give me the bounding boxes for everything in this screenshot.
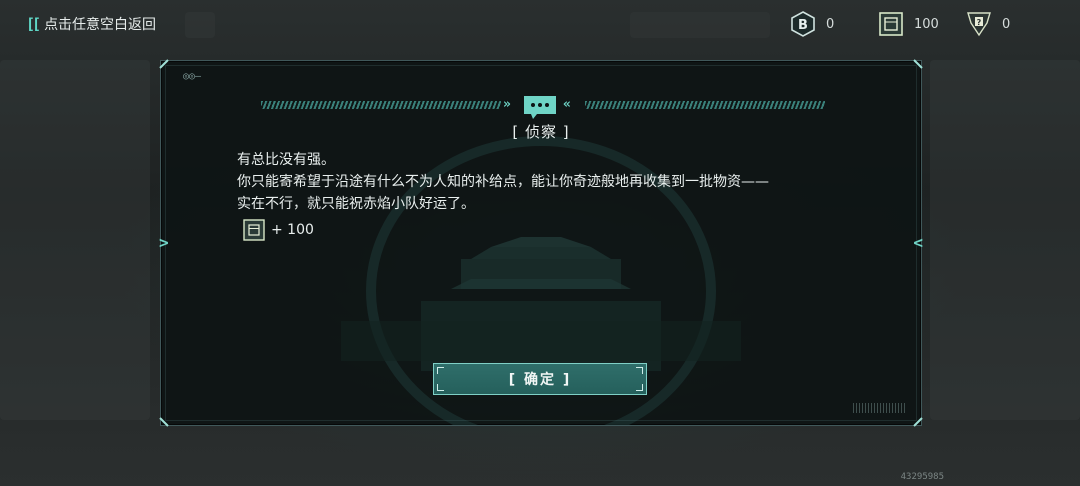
header-hatch-left (261, 101, 501, 109)
supply-crate-icon (879, 12, 903, 36)
resource-pass[interactable]: ? 0 (966, 10, 1010, 38)
corner-bl-icon (159, 417, 169, 427)
button-corner-tl (437, 367, 444, 374)
chat-bubble-icon (524, 96, 556, 119)
button-corner-tr (636, 367, 643, 374)
pass-card-icon: ? (967, 12, 991, 37)
supply-count: 100 (914, 16, 939, 32)
body-line: 有总比没有强。 (237, 152, 335, 168)
b-token-icon: B (791, 11, 815, 37)
back-label: 点击任意空白返回 (44, 17, 157, 33)
button-corner-bl (437, 384, 444, 391)
reward-item: + 100 (243, 219, 314, 241)
user-id: 43295985 (900, 472, 944, 482)
confirm-button[interactable]: [ 确定 ] (433, 363, 647, 395)
body-line: 你只能寄希望于沿途有什么不为人知的补给点，能让你奇迹般地再收集到一批物资—— (237, 174, 769, 190)
back-bracket-icon: [[ (26, 15, 41, 33)
pass-count: 0 (1002, 16, 1011, 32)
dialog-body: 有总比没有强。 你只能寄希望于沿途有什么不为人知的补给点，能让你奇迹般地再收集到… (237, 149, 877, 215)
reward-amount: + 100 (271, 222, 314, 238)
button-corner-br (636, 384, 643, 391)
header-hatch-right (585, 101, 825, 109)
dialog-header-ornament: » « (161, 95, 921, 119)
chevron-left-icon: « (563, 97, 571, 112)
resource-supply[interactable]: 100 (878, 10, 939, 38)
supply-crate-icon (243, 219, 265, 241)
resource-b-token[interactable]: B 0 (790, 10, 834, 38)
fine-print-decoration (853, 403, 905, 413)
body-line: 实在不行，就只能祝赤焰小队好运了。 (237, 196, 475, 212)
b-token-count: 0 (826, 16, 835, 32)
back-button[interactable]: [[ 点击任意空白返回 (26, 12, 156, 36)
side-arrow-left-icon: > (159, 233, 169, 252)
event-dialog: > < ◎◎— » « [ 侦察 ] 有总比没有强。 你只能寄希望于沿途有什么不… (159, 59, 923, 427)
corner-tl-icon (159, 59, 169, 69)
status-dots-icon: ◎◎— (183, 71, 202, 82)
svg-text:?: ? (977, 18, 982, 27)
chevron-right-icon: » (503, 97, 511, 112)
dialog-title: [ 侦察 ] (512, 123, 570, 141)
corner-br-icon (913, 417, 923, 427)
confirm-label: [ 确定 ] (508, 372, 572, 388)
side-arrow-right-icon: < (913, 233, 923, 252)
svg-text:B: B (798, 18, 808, 33)
corner-tr-icon (913, 59, 923, 69)
